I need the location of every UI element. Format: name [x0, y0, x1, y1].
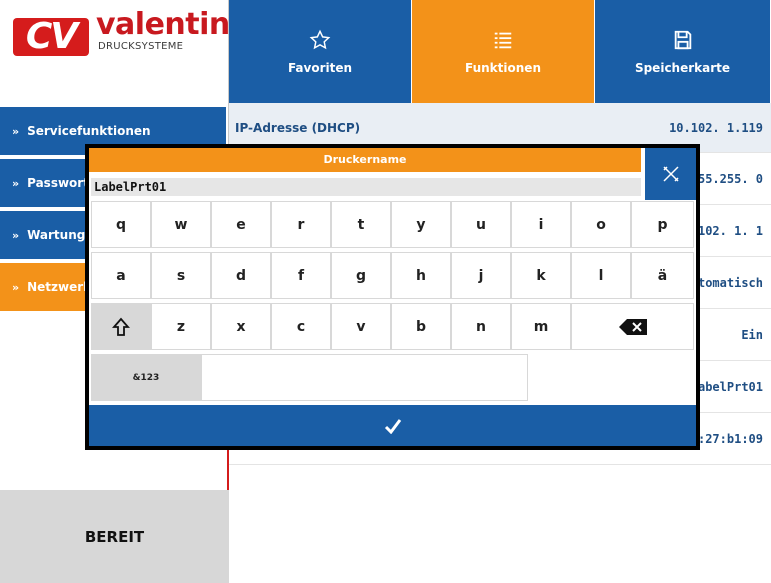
status-text: BEREIT [84, 527, 145, 546]
printer-name-dialog: Druckername LabelPrt01 q w e r t y u i o… [85, 144, 700, 450]
key[interactable]: h [391, 252, 451, 299]
key[interactable]: k [511, 252, 571, 299]
logo-subtitle: DRUCKSYSTEME [98, 41, 184, 52]
setting-value: 10.102. 1.119 [669, 120, 763, 135]
key[interactable]: q [91, 201, 151, 248]
double-chevron-icon: » [12, 124, 20, 138]
key[interactable]: w [151, 201, 211, 248]
key[interactable]: g [331, 252, 391, 299]
tab-speicherkarte-label: Speicherkarte [634, 60, 731, 75]
sidebar-item-label: Netzwerk [27, 280, 92, 294]
backspace-key[interactable] [571, 303, 694, 350]
dialog-body: Druckername LabelPrt01 q w e r t y u i o… [89, 148, 696, 446]
key[interactable]: s [151, 252, 211, 299]
setting-value: 255.255. 0 [690, 171, 763, 186]
tab-favoriten-label: Favoriten [287, 60, 353, 75]
sidebar-item-label: Servicefunktionen [27, 124, 151, 138]
list-icon [494, 32, 512, 48]
confirm-button[interactable] [89, 405, 696, 446]
key[interactable]: u [451, 201, 511, 248]
key[interactable]: m [511, 303, 571, 350]
top-navigation: Favoriten Funktionen Speicherkarte [229, 0, 771, 103]
key[interactable]: j [451, 252, 511, 299]
logo-mark: CV [13, 18, 89, 56]
setting-value: LabelPrt01 [690, 379, 763, 394]
setting-label: IP-Adresse (DHCP) [235, 120, 361, 135]
key[interactable]: v [331, 303, 391, 350]
key[interactable]: i [511, 201, 571, 248]
sidebar-item-label: Wartung [27, 228, 86, 242]
key[interactable]: c [271, 303, 331, 350]
logo-name: valentin [96, 7, 230, 42]
key[interactable]: e [211, 201, 271, 248]
dialog-title: Druckername [89, 148, 641, 172]
sidebar-item-label: Passwort [27, 176, 89, 190]
key[interactable]: r [271, 201, 331, 248]
key[interactable]: z [151, 303, 211, 350]
space-key[interactable] [201, 354, 528, 401]
backspace-icon [618, 318, 647, 335]
key[interactable]: x [211, 303, 271, 350]
tab-funktionen[interactable]: Funktionen [412, 0, 595, 103]
double-chevron-icon: » [12, 280, 20, 294]
key[interactable]: t [331, 201, 391, 248]
tab-funktionen-label: Funktionen [465, 60, 541, 75]
shift-key[interactable] [91, 303, 151, 350]
close-icon [662, 166, 679, 182]
star-icon [309, 29, 331, 49]
shift-icon [112, 317, 130, 336]
key[interactable]: a [91, 252, 151, 299]
key[interactable]: p [631, 201, 694, 248]
tab-speicherkarte[interactable]: Speicherkarte [595, 0, 771, 103]
close-button[interactable] [645, 148, 696, 200]
key[interactable]: f [271, 252, 331, 299]
double-chevron-icon: » [12, 176, 20, 190]
printer-name-input[interactable]: LabelPrt01 [91, 178, 641, 196]
setting-value: Ein [741, 327, 763, 342]
key[interactable]: o [571, 201, 631, 248]
key[interactable]: ä [631, 252, 694, 299]
save-icon [674, 30, 691, 49]
key[interactable]: n [451, 303, 511, 350]
key[interactable]: b [391, 303, 451, 350]
check-icon [384, 418, 401, 434]
status-panel: BEREIT [0, 490, 229, 583]
brand-logo: CV valentin DRUCKSYSTEME [0, 0, 230, 103]
tab-favoriten[interactable]: Favoriten [229, 0, 412, 103]
key[interactable]: l [571, 252, 631, 299]
key[interactable]: d [211, 252, 271, 299]
double-chevron-icon: » [12, 228, 20, 242]
key[interactable]: y [391, 201, 451, 248]
symbols-key[interactable]: &123 [91, 354, 201, 401]
